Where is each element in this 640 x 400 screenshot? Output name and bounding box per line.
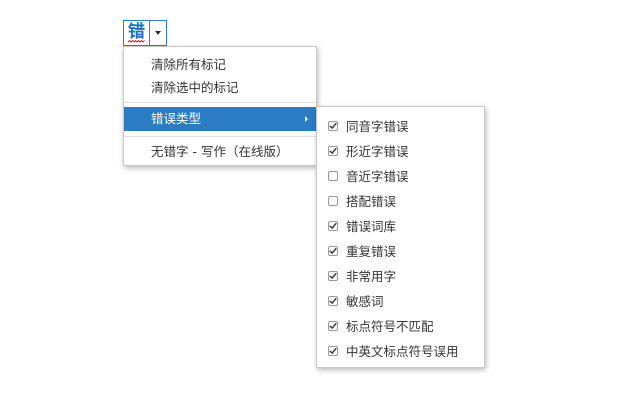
checkmark-icon [329, 322, 337, 329]
submenu-item[interactable]: 标点符号不匹配 [317, 314, 484, 339]
checkmark-icon [329, 222, 337, 229]
submenu-item[interactable]: 非常用字 [317, 264, 484, 289]
submenu-item-label: 非常用字 [346, 269, 397, 284]
checkbox-checked[interactable] [328, 296, 338, 306]
submenu-item-label: 形近字错误 [346, 144, 409, 159]
submenu-item-label: 同音字错误 [346, 119, 409, 134]
checkmark-icon [329, 272, 337, 279]
menu-item-open-online-writer[interactable]: 无错字 - 写作（在线版） [124, 140, 316, 164]
checkmark-icon [329, 297, 337, 304]
menu-item-error-types[interactable]: 错误类型 [124, 107, 316, 131]
submenu-item[interactable]: 敏感词 [317, 289, 484, 314]
checkbox-checked[interactable] [328, 121, 338, 131]
checkbox-checked[interactable] [328, 321, 338, 331]
menu-item-label: 清除选中的标记 [151, 80, 239, 95]
menu-item-clear-all-marks[interactable]: 清除所有标记 [124, 53, 316, 77]
submenu-item-label: 错误词库 [346, 219, 397, 234]
checkbox-checked[interactable] [328, 221, 338, 231]
menu-item-clear-selected-marks[interactable]: 清除选中的标记 [124, 76, 316, 100]
checkbox-unchecked[interactable] [328, 196, 338, 206]
checkmark-icon [329, 347, 337, 354]
typo-menu: 清除所有标记 清除选中的标记 错误类型 无错字 - 写作（在线版） [123, 46, 317, 166]
submenu-item[interactable]: 重复错误 [317, 239, 484, 264]
submenu-item[interactable]: 错误词库 [317, 214, 484, 239]
submenu-item-label: 音近字错误 [346, 169, 409, 184]
chevron-down-icon [155, 31, 161, 35]
submenu-item-label: 搭配错误 [346, 194, 397, 209]
submenu-item[interactable]: 搭配错误 [317, 189, 484, 214]
menu-item-label: 错误类型 [151, 111, 202, 126]
submenu-item[interactable]: 中英文标点符号误用 [317, 339, 484, 364]
submenu-item[interactable]: 形近字错误 [317, 139, 484, 164]
menu-item-label: 无错字 - 写作（在线版） [151, 144, 289, 159]
checkmark-icon [329, 247, 337, 254]
typo-check-split-button[interactable]: 错 [123, 20, 167, 46]
checkbox-checked[interactable] [328, 346, 338, 356]
menu-divider [124, 136, 316, 137]
stage: 错 清除所有标记 清除选中的标记 错误类型 无错字 - 写作（在线版） 同音字错… [0, 0, 640, 400]
spellcheck-squiggle-icon [128, 40, 145, 43]
typo-check-button[interactable]: 错 [124, 21, 150, 45]
checkmark-icon [329, 122, 337, 129]
checkmark-icon [329, 147, 337, 154]
menu-item-label: 清除所有标记 [151, 57, 227, 72]
chevron-right-icon [305, 116, 308, 122]
submenu-item-label: 标点符号不匹配 [346, 319, 434, 334]
submenu-item-label: 中英文标点符号误用 [346, 344, 459, 359]
submenu-item[interactable]: 音近字错误 [317, 164, 484, 189]
checkbox-checked[interactable] [328, 146, 338, 156]
submenu-item-label: 重复错误 [346, 244, 397, 259]
error-types-submenu: 同音字错误形近字错误音近字错误搭配错误错误词库重复错误非常用字敏感词标点符号不匹… [316, 106, 485, 368]
checkbox-unchecked[interactable] [328, 171, 338, 181]
submenu-item[interactable]: 同音字错误 [317, 114, 484, 139]
checkbox-checked[interactable] [328, 246, 338, 256]
submenu-item-label: 敏感词 [346, 294, 384, 309]
typo-check-icon: 错 [128, 22, 145, 42]
menu-divider [124, 102, 316, 103]
dropdown-toggle-button[interactable] [150, 21, 166, 45]
checkbox-checked[interactable] [328, 271, 338, 281]
